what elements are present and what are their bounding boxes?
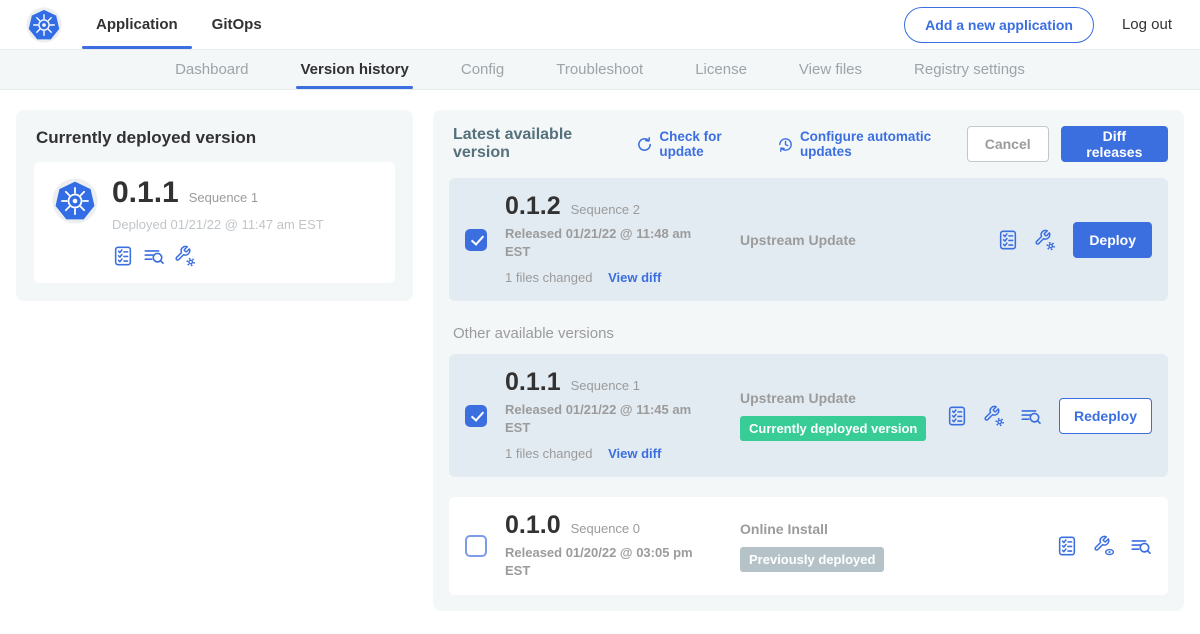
logout-link[interactable]: Log out: [1122, 16, 1172, 33]
topnav-tab-application[interactable]: Application: [82, 0, 192, 50]
deployed-version-card: 0.1.1 Sequence 1 Deployed 01/21/22 @ 11:…: [34, 162, 395, 283]
edit-config-icon[interactable]: [174, 245, 196, 267]
subnav-tab-config[interactable]: Config: [461, 50, 504, 89]
top-navbar: Application GitOps Add a new application…: [0, 0, 1200, 50]
other-available-versions-label: Other available versions: [453, 325, 1168, 342]
deployed-timestamp: Deployed 01/21/22 @ 11:47 am EST: [112, 217, 324, 232]
configure-automatic-updates-link[interactable]: Configure automatic updates: [777, 129, 967, 159]
files-changed-label: 1 files changed: [505, 446, 592, 461]
version-row-0-1-1: 0.1.1 Sequence 1 Released 01/21/22 @ 11:…: [449, 354, 1168, 477]
version-source: Online Install: [740, 521, 1056, 537]
subnav-tab-registry-settings[interactable]: Registry settings: [914, 50, 1025, 89]
check-for-update-label: Check for update: [659, 129, 757, 159]
latest-available-title: Latest available version: [453, 126, 616, 162]
version-sequence: Sequence 1: [571, 378, 640, 393]
version-number: 0.1.1: [505, 370, 561, 395]
check-for-update-link[interactable]: Check for update: [636, 129, 757, 159]
app-subnav: Dashboard Version history Config Trouble…: [0, 50, 1200, 90]
version-row-0-1-2: 0.1.2 Sequence 2 Released 01/21/22 @ 11:…: [449, 178, 1168, 301]
version-sequence: Sequence 2: [571, 202, 640, 217]
view-config-icon[interactable]: [1093, 535, 1115, 557]
previously-deployed-badge: Previously deployed: [740, 547, 884, 572]
version-sequence: Sequence 0: [571, 521, 640, 536]
subnav-tab-license[interactable]: License: [695, 50, 747, 89]
redeploy-button[interactable]: Redeploy: [1059, 398, 1152, 434]
deployed-version-sequence: Sequence 1: [189, 190, 258, 205]
view-logs-icon[interactable]: [143, 245, 165, 267]
refresh-icon: [636, 136, 653, 153]
edit-config-icon[interactable]: [983, 405, 1005, 427]
files-changed-label: 1 files changed: [505, 270, 592, 285]
available-versions-panel: Latest available version Check for updat…: [433, 110, 1184, 611]
version-row-0-1-0: 0.1.0 Sequence 0 Released 01/20/22 @ 03:…: [449, 497, 1168, 595]
clock-refresh-icon: [777, 136, 794, 153]
diff-releases-button[interactable]: Diff releases: [1061, 126, 1168, 162]
view-diff-link[interactable]: View diff: [608, 270, 661, 285]
version-checkbox[interactable]: [465, 229, 487, 251]
main-content: Currently deployed version 0.1.1 Sequenc…: [0, 90, 1200, 631]
view-logs-icon[interactable]: [1020, 405, 1042, 427]
released-timestamp: Released 01/20/22 @ 03:05 pm EST: [505, 544, 710, 579]
version-checkbox[interactable]: [465, 405, 487, 427]
subnav-tab-troubleshoot[interactable]: Troubleshoot: [556, 50, 643, 89]
topnav-tab-label: Application: [96, 16, 178, 33]
currently-deployed-panel: Currently deployed version 0.1.1 Sequenc…: [16, 110, 413, 301]
preflight-checks-icon[interactable]: [1056, 535, 1078, 557]
kubernetes-logo-icon: [26, 7, 62, 43]
edit-config-icon[interactable]: [1034, 229, 1056, 251]
version-source: Upstream Update: [740, 390, 946, 406]
view-diff-link[interactable]: View diff: [608, 446, 661, 461]
deployed-panel-title: Currently deployed version: [36, 128, 395, 148]
add-new-application-button[interactable]: Add a new application: [904, 7, 1094, 43]
currently-deployed-badge: Currently deployed version: [740, 416, 926, 441]
version-number: 0.1.0: [505, 513, 561, 538]
kubernetes-app-icon: [52, 178, 98, 224]
preflight-checks-icon[interactable]: [112, 245, 134, 267]
preflight-checks-icon[interactable]: [997, 229, 1019, 251]
subnav-tab-dashboard[interactable]: Dashboard: [175, 50, 248, 89]
version-checkbox[interactable]: [465, 535, 487, 557]
deployed-version-number: 0.1.1: [112, 178, 179, 208]
version-number: 0.1.2: [505, 194, 561, 219]
configure-automatic-updates-label: Configure automatic updates: [800, 129, 967, 159]
subnav-tab-version-history[interactable]: Version history: [300, 50, 408, 89]
subnav-tab-view-files[interactable]: View files: [799, 50, 862, 89]
cancel-button[interactable]: Cancel: [967, 126, 1049, 162]
available-panel-header: Latest available version Check for updat…: [449, 126, 1168, 162]
released-timestamp: Released 01/21/22 @ 11:48 am EST: [505, 225, 710, 260]
topnav-tab-label: GitOps: [212, 16, 262, 33]
version-source: Upstream Update: [740, 232, 997, 248]
deploy-button[interactable]: Deploy: [1073, 222, 1152, 258]
view-logs-icon[interactable]: [1130, 535, 1152, 557]
preflight-checks-icon[interactable]: [946, 405, 968, 427]
topnav-tab-gitops[interactable]: GitOps: [198, 0, 276, 50]
released-timestamp: Released 01/21/22 @ 11:45 am EST: [505, 401, 710, 436]
